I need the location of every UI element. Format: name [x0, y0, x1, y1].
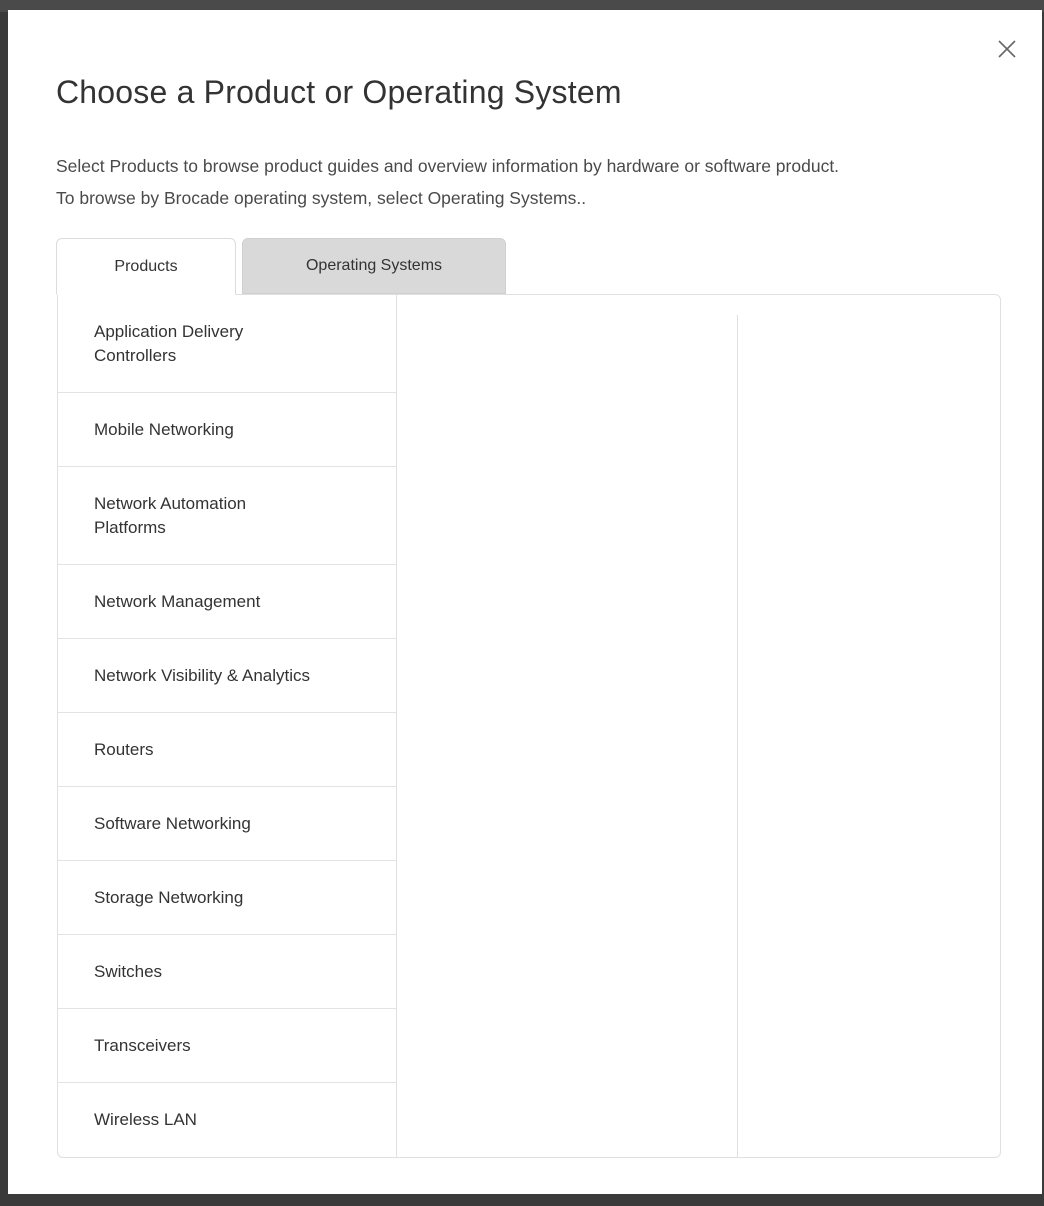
product-category-list: Application Delivery Controllers Mobile … — [58, 295, 397, 1157]
list-item-label: Network Management — [94, 591, 261, 611]
list-item-label: Mobile Networking — [94, 419, 234, 439]
list-item-label: Software Networking — [94, 813, 251, 833]
list-item-label: Switches — [94, 961, 163, 981]
product-detail-column — [738, 315, 1000, 1157]
list-item-network-visibility-analytics[interactable]: Network Visibility & Analytics — [58, 639, 396, 713]
tab-products[interactable]: Products — [56, 238, 236, 295]
list-item-storage-networking[interactable]: Storage Networking — [58, 861, 396, 935]
description-line-2: To browse by Brocade operating system, s… — [56, 188, 587, 208]
list-item-network-management[interactable]: Network Management — [58, 565, 396, 639]
list-item-transceivers[interactable]: Transceivers — [58, 1009, 396, 1083]
list-item-switches[interactable]: Switches — [58, 935, 396, 1009]
list-item-software-networking[interactable]: Software Networking — [58, 787, 396, 861]
close-icon — [998, 40, 1016, 58]
description-line-1: Select Products to browse product guides… — [56, 156, 840, 176]
modal-title: Choose a Product or Operating System — [56, 74, 622, 110]
list-item-label: Storage Networking — [94, 887, 244, 907]
list-item-wireless-lan[interactable]: Wireless LAN — [58, 1083, 396, 1157]
list-item-label: Routers — [94, 739, 154, 759]
list-item-network-automation-platforms[interactable]: Network Automation Platforms — [58, 467, 396, 565]
product-selector-modal: Choose a Product or Operating System Sel… — [8, 10, 1042, 1194]
tab-operating-systems[interactable]: Operating Systems — [242, 238, 506, 294]
product-browser-panel: Application Delivery Controllers Mobile … — [57, 294, 1001, 1158]
list-item-label: Network Automation Platforms — [94, 493, 247, 537]
list-item-routers[interactable]: Routers — [58, 713, 396, 787]
modal-description: Select Products to browse product guides… — [56, 150, 1016, 214]
list-item-label: Transceivers — [94, 1035, 191, 1055]
list-item-application-delivery-controllers[interactable]: Application Delivery Controllers — [58, 295, 396, 393]
list-item-label: Network Visibility & Analytics — [94, 665, 311, 685]
list-item-label: Application Delivery Controllers — [94, 321, 244, 365]
close-button[interactable] — [994, 36, 1020, 62]
list-item-label: Wireless LAN — [94, 1110, 197, 1129]
subcategory-column — [397, 315, 738, 1157]
list-item-mobile-networking[interactable]: Mobile Networking — [58, 393, 396, 467]
